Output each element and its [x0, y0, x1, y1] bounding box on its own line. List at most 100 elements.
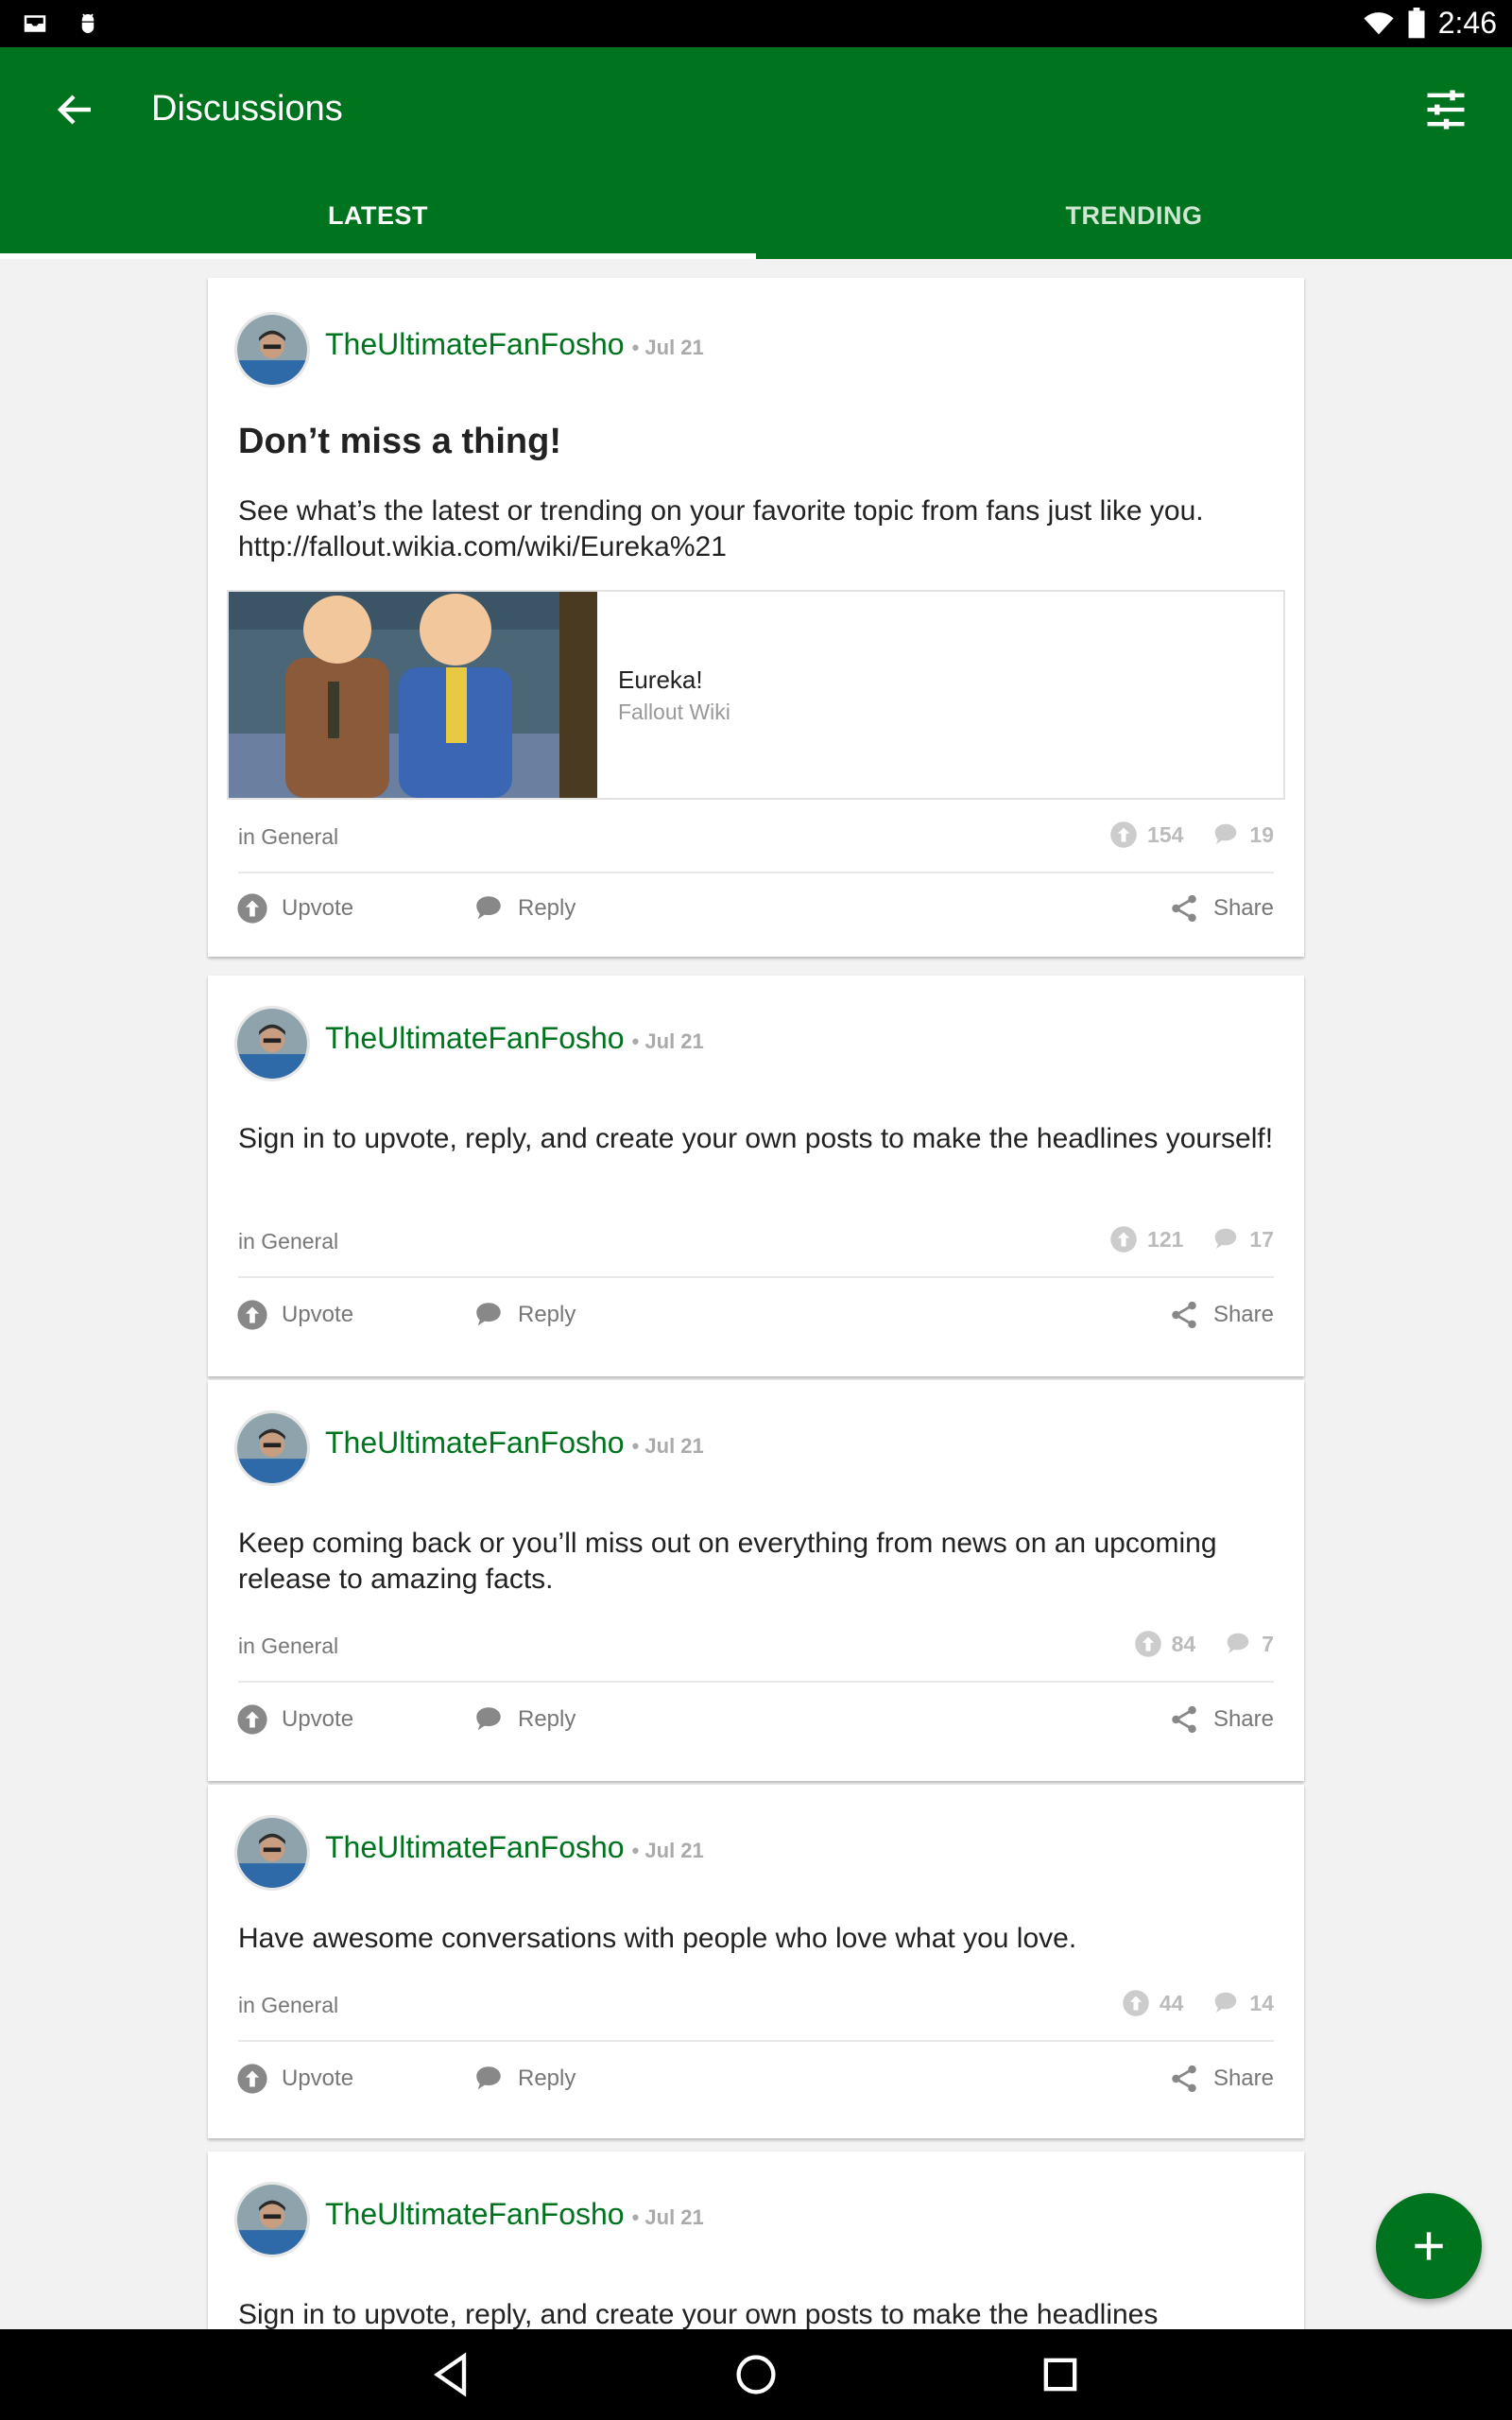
reply-button[interactable]: Reply	[472, 1703, 576, 1736]
avatar[interactable]	[234, 1006, 310, 1081]
link-preview[interactable]: Eureka! Fallout Wiki	[227, 590, 1285, 800]
post-card[interactable]: TheUltimateFanFosho • Jul 21 Don’t miss a…	[208, 278, 1304, 957]
battery-icon	[1408, 7, 1425, 38]
recents-square-icon	[1043, 2358, 1077, 2392]
post-card[interactable]: TheUltimateFanFosho • Jul 21 Sign in to u…	[208, 976, 1304, 1376]
reply-count: 19	[1249, 821, 1274, 847]
nav-home-button[interactable]	[731, 2350, 781, 2399]
share-label: Share	[1212, 1302, 1274, 1327]
post-category[interactable]: in General	[238, 1229, 338, 1254]
post-counts: 121 17	[1109, 1225, 1274, 1253]
post-category[interactable]: in General	[238, 1993, 338, 2018]
avatar[interactable]	[234, 2182, 310, 2257]
share-button[interactable]: Share	[1168, 1703, 1274, 1736]
reply-count: 17	[1249, 1226, 1274, 1252]
reply-count-icon	[1215, 1228, 1237, 1249]
post-date: • Jul 21	[631, 1029, 704, 1053]
post-body: Keep coming back or you’ll miss out on e…	[238, 1528, 1217, 1595]
upvote-icon	[237, 893, 267, 924]
reply-button[interactable]: Reply	[472, 892, 576, 925]
share-button[interactable]: Share	[1168, 892, 1274, 925]
upvote-count-icon	[1110, 821, 1137, 848]
reply-count: 7	[1262, 1631, 1274, 1656]
system-nav-bar	[0, 2329, 1512, 2420]
reply-icon	[476, 896, 501, 920]
new-post-button[interactable]	[1376, 2193, 1482, 2299]
upvote-button[interactable]: Upvote	[236, 1703, 353, 1736]
author-name[interactable]: TheUltimateFanFosho	[325, 1021, 625, 1055]
tab-latest[interactable]: LATEST	[0, 172, 756, 259]
upvote-count: 44	[1159, 1990, 1184, 2015]
reply-count: 14	[1249, 1990, 1274, 2015]
upvote-count-icon	[1134, 1631, 1161, 1657]
share-button[interactable]: Share	[1168, 2063, 1274, 2095]
avatar[interactable]	[234, 1815, 310, 1891]
share-label: Share	[1212, 1706, 1274, 1732]
share-label: Share	[1212, 895, 1274, 921]
link-title: Eureka!	[618, 666, 703, 694]
post-title: Don’t miss a thing!	[238, 422, 561, 461]
divider	[238, 1276, 1274, 1278]
upvote-label: Upvote	[282, 2066, 354, 2091]
reply-button[interactable]: Reply	[472, 2063, 576, 2095]
author-name[interactable]: TheUltimateFanFosho	[325, 327, 625, 361]
reply-count-icon	[1215, 823, 1237, 844]
post-body: See what’s the latest or trending on you…	[238, 495, 1204, 562]
divider	[238, 1681, 1274, 1683]
upvote-button[interactable]: Upvote	[236, 1299, 353, 1331]
post-body: Have awesome conversations with people w…	[238, 1923, 1077, 1954]
tab-trending[interactable]: TRENDING	[756, 172, 1512, 259]
share-icon	[1172, 894, 1196, 923]
upvote-count-icon	[1110, 1226, 1137, 1253]
plus-icon	[1415, 2232, 1443, 2260]
upvote-button[interactable]: Upvote	[236, 892, 353, 925]
reply-button[interactable]: Reply	[472, 1299, 576, 1331]
reply-icon	[476, 1303, 501, 1326]
upvote-label: Upvote	[282, 1706, 354, 1732]
android-debug-icon	[81, 13, 94, 33]
avatar[interactable]	[234, 1410, 310, 1486]
share-icon	[1172, 1705, 1196, 1734]
reply-icon	[476, 2066, 501, 2090]
post-card[interactable]: TheUltimateFanFosho • Jul 21 Keep coming …	[208, 1380, 1304, 1781]
post-card[interactable]: TheUltimateFanFosho • Jul 21 Have awesome…	[208, 1785, 1304, 2138]
divider	[238, 872, 1274, 873]
upvote-count: 121	[1147, 1226, 1184, 1252]
upvote-count: 84	[1171, 1631, 1196, 1656]
app-bar: Discussions LATEST TRENDING	[0, 47, 1512, 259]
page-title: Discussions	[151, 89, 343, 129]
share-icon	[1172, 1301, 1196, 1329]
author-name[interactable]: TheUltimateFanFosho	[325, 1830, 625, 1864]
post-card[interactable]: TheUltimateFanFosho • Jul 21 Sign in to u…	[208, 2152, 1304, 2329]
filter-button[interactable]	[1421, 85, 1470, 134]
author-name[interactable]: TheUltimateFanFosho	[325, 2197, 625, 2231]
post-category[interactable]: in General	[238, 824, 338, 850]
nav-back-button[interactable]	[427, 2350, 476, 2399]
upvote-button[interactable]: Upvote	[236, 2063, 353, 2095]
back-button[interactable]	[53, 87, 98, 132]
reply-count-icon	[1215, 1992, 1237, 2013]
home-circle-icon	[736, 2355, 776, 2394]
post-counts: 44 14	[1122, 1989, 1274, 2017]
post-category[interactable]: in General	[238, 1634, 338, 1659]
share-icon	[1172, 2065, 1196, 2093]
share-button[interactable]: Share	[1168, 1299, 1274, 1331]
discussion-feed[interactable]: TheUltimateFanFosho • Jul 21 Don’t miss a…	[0, 259, 1512, 2329]
author-name[interactable]: TheUltimateFanFosho	[325, 1426, 625, 1460]
upvote-icon	[237, 1300, 267, 1330]
avatar[interactable]	[234, 312, 310, 388]
back-triangle-icon	[434, 2352, 467, 2397]
post-date: • Jul 21	[631, 1839, 704, 1862]
reply-label: Reply	[518, 2066, 576, 2091]
share-label: Share	[1212, 2066, 1274, 2091]
reply-label: Reply	[518, 1302, 576, 1327]
status-time: 2:46	[1437, 6, 1497, 40]
post-date: • Jul 21	[631, 336, 704, 359]
upvote-label: Upvote	[282, 895, 354, 921]
link-thumbnail	[229, 592, 597, 798]
back-arrow-icon	[57, 95, 91, 125]
status-bar: 2:46	[0, 0, 1512, 47]
nav-recents-button[interactable]	[1036, 2350, 1085, 2399]
filter-sliders-icon	[1427, 90, 1465, 130]
reply-label: Reply	[518, 1706, 576, 1732]
